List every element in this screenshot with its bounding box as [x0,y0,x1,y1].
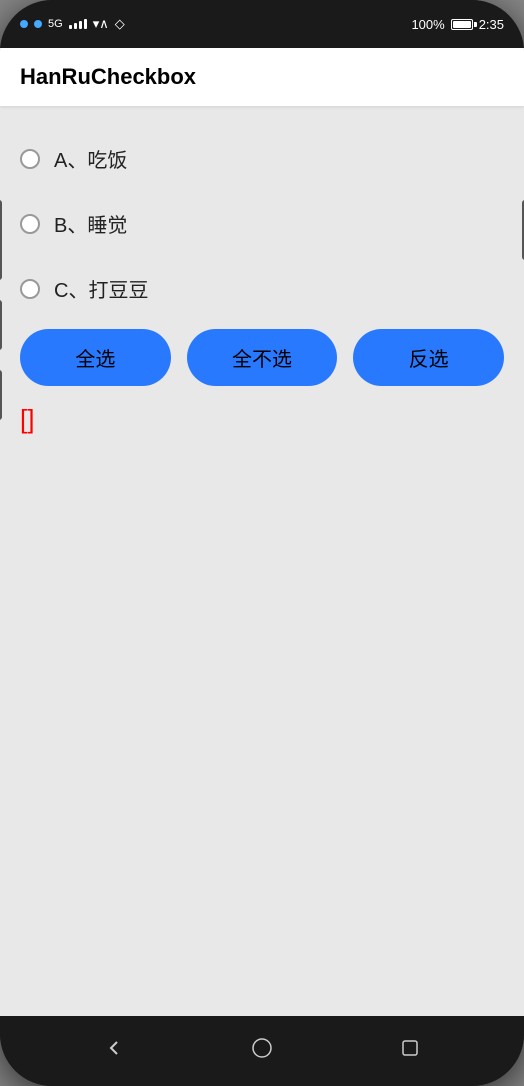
battery-percentage: 100% [411,17,444,32]
nfc-icon: ◇ [115,16,125,32]
result-open-bracket: [ [20,406,27,432]
volume-down-button[interactable] [0,300,2,350]
app-title: HanRuCheckbox [20,64,196,89]
result-display: [ ] [20,406,504,432]
back-icon [102,1036,126,1060]
status-right-info: 100% 2:35 [411,17,504,32]
invert-button[interactable]: 反选 [353,329,504,386]
app-header: HanRuCheckbox [0,48,524,106]
checkbox-item-b[interactable]: B、睡觉 [20,191,504,256]
silent-button[interactable] [0,370,2,420]
time-display: 2:35 [479,17,504,32]
recent-apps-button[interactable] [382,1028,438,1074]
back-button[interactable] [86,1028,142,1074]
checkbox-item-a[interactable]: A、吃饭 [20,126,504,191]
home-button[interactable] [234,1028,290,1074]
status-bar: 5G ▾∧ ◇ 100% 2:35 [0,0,524,48]
deselect-all-button[interactable]: 全不选 [187,329,338,386]
checkbox-c-label: C、打豆豆 [54,274,148,303]
home-icon [250,1036,274,1060]
signal-icon [69,19,87,29]
phone-frame: 5G ▾∧ ◇ 100% 2:35 HanRuCheckbox [0,0,524,1086]
wifi-icon: ▾∧ [93,16,109,32]
signal-type-label: 5G [48,18,63,30]
checkbox-item-c[interactable]: C、打豆豆 [20,256,504,321]
checkbox-a-label: A、吃饭 [54,144,127,173]
notification-dot [20,20,28,28]
content-area: A、吃饭 B、睡觉 C、打豆豆 全选 全不选 反选 [ ] [0,106,524,1016]
checkbox-b[interactable] [20,214,40,234]
status-left-icons: 5G ▾∧ ◇ [20,16,125,32]
checkbox-b-label: B、睡觉 [54,209,127,238]
result-close-bracket: ] [27,406,34,432]
buttons-row: 全选 全不选 反选 [20,329,504,386]
battery-icon [451,19,473,30]
notification-dot-2 [34,20,42,28]
select-all-button[interactable]: 全选 [20,329,171,386]
app-screen: HanRuCheckbox A、吃饭 B、睡觉 C、打豆豆 全选 全不选 [0,48,524,1016]
checkbox-a[interactable] [20,149,40,169]
bottom-nav-bar [0,1016,524,1086]
recent-icon [398,1036,422,1060]
checkbox-c[interactable] [20,279,40,299]
volume-up-button[interactable] [0,200,2,280]
